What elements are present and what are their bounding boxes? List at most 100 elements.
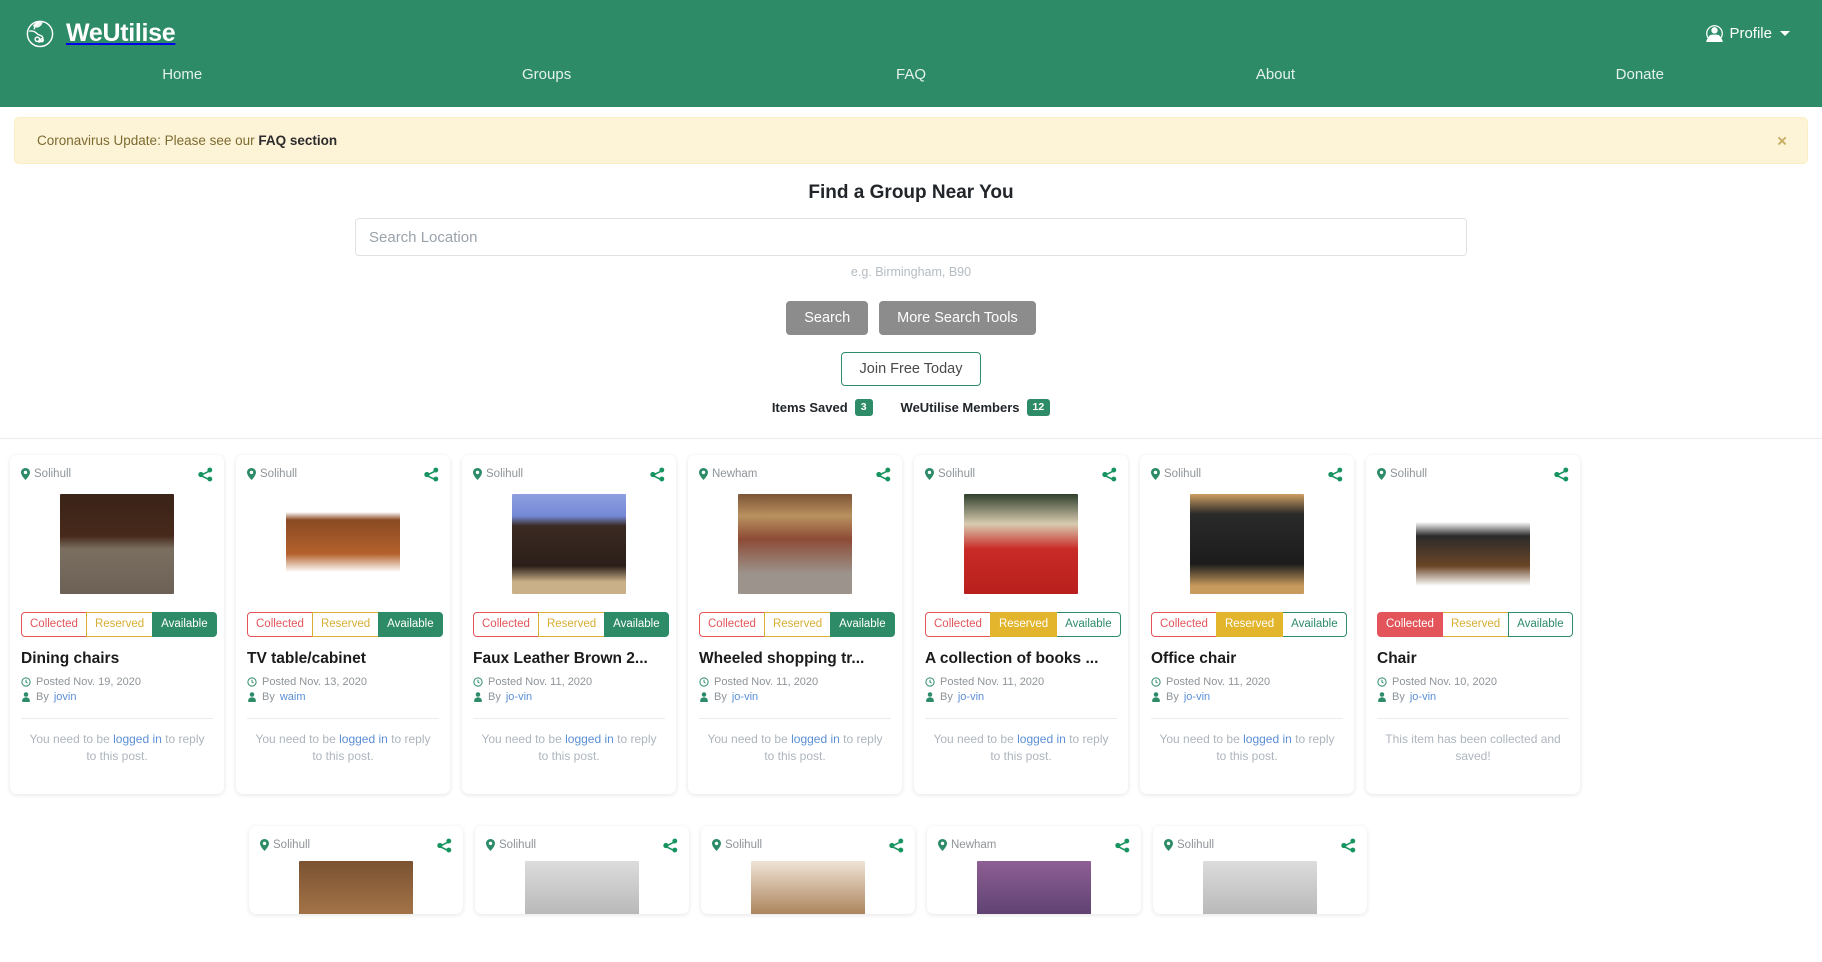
nav-item-groups[interactable]: Groups — [364, 62, 728, 87]
card-author-link[interactable]: jo-vin — [1184, 691, 1210, 703]
status-reserved-button[interactable]: Reserved — [763, 611, 832, 637]
card-author-meta: By jovin — [21, 691, 213, 703]
more-search-tools-button[interactable]: More Search Tools — [879, 301, 1036, 335]
user-icon — [473, 691, 483, 702]
nav-link-about[interactable]: About — [1246, 62, 1305, 87]
card-thumbnail-image — [299, 860, 413, 914]
login-link[interactable]: logged in — [1243, 732, 1292, 746]
card-author-link[interactable]: jo-vin — [1410, 691, 1436, 703]
status-collected-button[interactable]: Collected — [1151, 611, 1217, 637]
nav-item-home[interactable]: Home — [0, 62, 364, 87]
card-status-group: Collected Reserved Available — [925, 611, 1121, 637]
nav-link-groups[interactable]: Groups — [512, 62, 581, 87]
login-link[interactable]: logged in — [565, 732, 614, 746]
status-available-button[interactable]: Available — [1508, 611, 1573, 637]
card-author-link[interactable]: waim — [280, 691, 306, 703]
profile-dropdown[interactable]: Profile — [1706, 25, 1800, 52]
status-available-button[interactable]: Available — [604, 611, 669, 637]
nav-item-donate[interactable]: Donate — [1458, 62, 1822, 87]
brand-logo-link[interactable]: WeUtilise — [22, 15, 176, 51]
item-card[interactable]: Solihull — [1153, 825, 1367, 914]
card-thumbnail-image — [512, 493, 626, 594]
item-card[interactable]: Solihull — [475, 825, 689, 914]
card-footer-note: You need to be logged in to reply to thi… — [255, 731, 431, 764]
item-card[interactable]: Solihull Collected Reserved Available TV t… — [236, 454, 450, 794]
status-available-button[interactable]: Available — [378, 611, 443, 637]
share-icon[interactable] — [1341, 838, 1356, 853]
status-reserved-button[interactable]: Reserved — [537, 611, 606, 637]
alert-close-icon[interactable]: × — [1777, 132, 1787, 149]
card-title[interactable]: Faux Leather Brown 2... — [473, 650, 665, 668]
item-card[interactable]: Solihull Collected Reserved Available Chai… — [1366, 454, 1580, 794]
share-icon[interactable] — [437, 838, 452, 853]
card-footer-note: You need to be logged in to reply to thi… — [1159, 731, 1335, 764]
search-location-input[interactable] — [355, 218, 1467, 256]
share-icon[interactable] — [424, 467, 439, 482]
status-reserved-button[interactable]: Reserved — [311, 611, 380, 637]
card-posted-date: Posted Nov. 19, 2020 — [36, 675, 141, 688]
search-button[interactable]: Search — [786, 301, 869, 335]
card-posted-meta: Posted Nov. 11, 2020 — [925, 676, 1117, 688]
share-icon[interactable] — [1102, 467, 1117, 482]
item-card[interactable]: Solihull Collected Reserved Available Dini… — [10, 454, 224, 794]
item-card[interactable]: Newham Collected Reserved Available Wheele… — [688, 454, 902, 794]
card-location-label: Solihull — [938, 468, 976, 480]
item-card[interactable]: Newham — [927, 825, 1141, 914]
nav-item-about[interactable]: About — [1093, 62, 1457, 87]
item-card[interactable]: Solihull Collected Reserved Available A co… — [914, 454, 1128, 794]
card-title[interactable]: Chair — [1377, 650, 1569, 668]
share-icon[interactable] — [876, 467, 891, 482]
card-header: Solihull — [473, 467, 665, 482]
card-author-link[interactable]: jo-vin — [732, 691, 758, 703]
card-author-link[interactable]: jovin — [54, 691, 77, 703]
status-collected-button[interactable]: Collected — [925, 611, 991, 637]
location-pin-icon — [486, 839, 495, 851]
location-pin-icon — [925, 468, 934, 480]
card-title[interactable]: Dining chairs — [21, 650, 213, 668]
status-available-button[interactable]: Available — [1282, 611, 1347, 637]
card-title[interactable]: A collection of books ... — [925, 650, 1117, 668]
nav-item-faq[interactable]: FAQ — [729, 62, 1093, 87]
status-collected-button[interactable]: Collected — [699, 611, 765, 637]
card-author-link[interactable]: jo-vin — [506, 691, 532, 703]
status-collected-button[interactable]: Collected — [473, 611, 539, 637]
share-icon[interactable] — [650, 467, 665, 482]
item-card[interactable]: Solihull — [701, 825, 915, 914]
share-icon[interactable] — [198, 467, 213, 482]
login-link[interactable]: logged in — [113, 732, 162, 746]
card-title[interactable]: Office chair — [1151, 650, 1343, 668]
card-posted-meta: Posted Nov. 13, 2020 — [247, 676, 439, 688]
item-card[interactable]: Solihull Collected Reserved Available Offi… — [1140, 454, 1354, 794]
card-title[interactable]: TV table/cabinet — [247, 650, 439, 668]
share-icon[interactable] — [1115, 838, 1130, 853]
login-link[interactable]: logged in — [339, 732, 388, 746]
item-card[interactable]: Solihull — [249, 825, 463, 914]
share-icon[interactable] — [889, 838, 904, 853]
card-posted-date: Posted Nov. 13, 2020 — [262, 675, 367, 688]
join-free-today-button[interactable]: Join Free Today — [840, 352, 982, 386]
status-reserved-button[interactable]: Reserved — [1215, 611, 1284, 637]
status-available-button[interactable]: Available — [830, 611, 895, 637]
status-reserved-button[interactable]: Reserved — [85, 611, 154, 637]
alert-faq-link[interactable]: FAQ section — [258, 133, 337, 148]
card-location-label: Solihull — [725, 839, 763, 851]
nav-link-donate[interactable]: Donate — [1606, 62, 1674, 87]
item-card[interactable]: Solihull Collected Reserved Available Faux… — [462, 454, 676, 794]
login-link[interactable]: logged in — [791, 732, 840, 746]
status-reserved-button[interactable]: Reserved — [989, 611, 1058, 637]
nav-link-home[interactable]: Home — [152, 62, 212, 87]
share-icon[interactable] — [663, 838, 678, 853]
status-collected-button[interactable]: Collected — [247, 611, 313, 637]
share-icon[interactable] — [1328, 467, 1343, 482]
counter-members-badge: 12 — [1026, 399, 1051, 416]
share-icon[interactable] — [1554, 467, 1569, 482]
card-title[interactable]: Wheeled shopping tr... — [699, 650, 891, 668]
status-collected-button[interactable]: Collected — [1377, 611, 1443, 637]
status-reserved-button[interactable]: Reserved — [1441, 611, 1510, 637]
status-collected-button[interactable]: Collected — [21, 611, 87, 637]
nav-link-faq[interactable]: FAQ — [886, 62, 936, 87]
status-available-button[interactable]: Available — [1056, 611, 1121, 637]
card-author-link[interactable]: jo-vin — [958, 691, 984, 703]
status-available-button[interactable]: Available — [152, 611, 217, 637]
login-link[interactable]: logged in — [1017, 732, 1066, 746]
